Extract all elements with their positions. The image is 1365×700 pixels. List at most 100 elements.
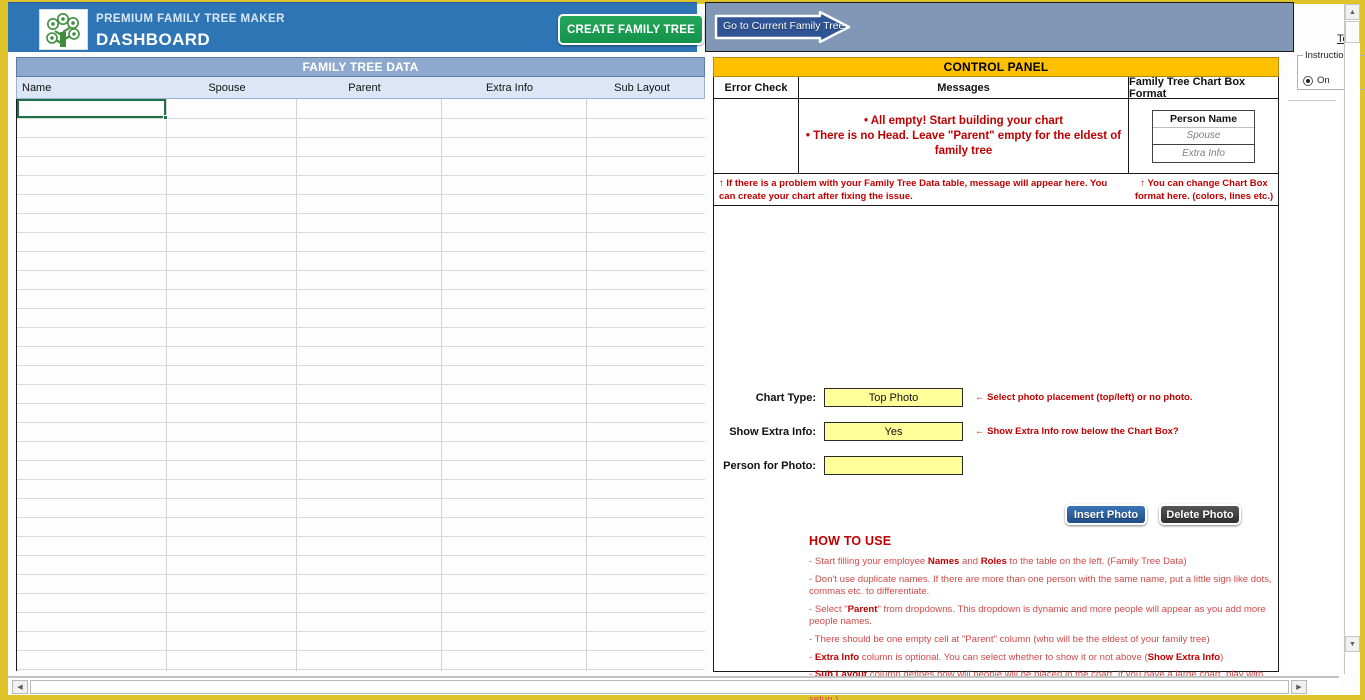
control-panel-form: Chart Type: Top Photo ← Select photo pla…: [713, 206, 1279, 700]
selection-fill-handle[interactable]: [163, 115, 168, 120]
grid-column-line: [296, 99, 297, 671]
grid-row-line: [17, 327, 705, 328]
grid-row-line: [17, 137, 705, 138]
column-header-error-check: Error Check: [714, 77, 799, 98]
grid-row-line: [17, 517, 705, 518]
grid-row-line: [17, 650, 705, 651]
chart-type-label: Chart Type:: [755, 391, 816, 404]
column-header-spouse[interactable]: Spouse: [162, 77, 292, 98]
control-panel-hint-row: ↑ If there is a problem with your Family…: [713, 174, 1279, 206]
chart-type-note: ← Select photo placement (top/left) or n…: [975, 392, 1193, 403]
scroll-left-arrow-icon[interactable]: ◀: [12, 680, 28, 694]
grid-row-line: [17, 175, 705, 176]
delete-photo-button[interactable]: Delete Photo: [1159, 504, 1241, 525]
show-extra-info-select[interactable]: Yes: [824, 422, 963, 441]
grid-row-line: [17, 669, 705, 670]
grid-row-line: [17, 308, 705, 309]
vertical-scroll-thumb[interactable]: [1345, 21, 1360, 43]
error-message-1: • All empty! Start building your chart: [863, 114, 1064, 127]
how-to-use-item: - Don't use duplicate names. If there ar…: [809, 573, 1272, 598]
scroll-right-arrow-icon[interactable]: ▶: [1291, 680, 1307, 694]
how-to-use-title: HOW TO USE: [809, 534, 892, 548]
control-panel-header-row: Error Check Messages Family Tree Chart B…: [713, 75, 1279, 100]
grid-row-line: [17, 213, 705, 214]
family-tree-data-title: FAMILY TREE DATA: [16, 57, 705, 77]
grid-row-line: [17, 574, 705, 575]
dashboard-header-bar: PREMIUM FAMILY TREE MAKER DASHBOARD CREA…: [8, 2, 704, 52]
go-to-current-family-tree-label: Go to Current Family Tree: [723, 20, 845, 32]
chart-type-select[interactable]: Top Photo: [824, 388, 963, 407]
grid-row-line: [17, 631, 705, 632]
how-to-use-item: - There should be one empty cell at "Par…: [809, 633, 1210, 645]
grid-column-line: [586, 99, 587, 671]
how-to-use-item: - Extra Info column is optional. You can…: [809, 651, 1224, 663]
person-for-photo-input[interactable]: [824, 456, 963, 475]
grid-row-line: [17, 365, 705, 366]
chart-box-preview[interactable]: Person Name Spouse Extra Info: [1152, 109, 1255, 163]
error-message-2: • There is no Head. Leave "Parent" empty…: [805, 129, 1122, 157]
grid-row-line: [17, 289, 705, 290]
chart-box-format-cell[interactable]: Person Name Spouse Extra Info: [1129, 99, 1278, 173]
how-to-use-item: - Select "Parent" from dropdowns. This d…: [809, 603, 1266, 628]
grid-row-line: [17, 232, 705, 233]
grid-row-line: [17, 422, 705, 423]
go-to-current-family-tree-button[interactable]: Go to Current Family Tree: [714, 10, 851, 44]
chart-box-spouse: Spouse: [1153, 128, 1254, 145]
grid-column-line: [441, 99, 442, 671]
control-panel-message-row: • All empty! Start building your chart •…: [713, 99, 1279, 174]
grid-row-line: [17, 441, 705, 442]
instructions-on-radio[interactable]: [1303, 76, 1313, 86]
error-messages-cell: • All empty! Start building your chart •…: [799, 99, 1129, 173]
scroll-down-arrow-icon[interactable]: ▼: [1345, 636, 1360, 652]
grid-row-line: [17, 346, 705, 347]
instructions-on-label: On: [1317, 75, 1330, 86]
messages-hint: ↑ If there is a problem with your Family…: [719, 178, 1108, 202]
column-header-name[interactable]: Name: [17, 77, 162, 98]
horizontal-scroll-track[interactable]: [30, 680, 1289, 694]
show-extra-info-row: Show Extra Info: Yes ← Show Extra Info r…: [714, 422, 1179, 441]
grid-lines: [17, 99, 705, 671]
grid-row-line: [17, 156, 705, 157]
column-header-sub-layout[interactable]: Sub Layout: [582, 77, 702, 98]
grid-row-line: [17, 194, 705, 195]
column-header-chart-box-format: Family Tree Chart Box Format: [1129, 75, 1246, 100]
grid-row-line: [17, 479, 705, 480]
grid-row-line: [17, 270, 705, 271]
show-extra-info-note: ← Show Extra Info row below the Chart Bo…: [975, 426, 1179, 437]
family-tree-data-panel: FAMILY TREE DATA Name Spouse Parent Extr…: [16, 57, 705, 672]
show-extra-info-label: Show Extra Info:: [729, 425, 816, 438]
grid-row-line: [17, 118, 705, 119]
window-frame-left: [0, 0, 8, 700]
grid-row-line: [17, 460, 705, 461]
insert-photo-button[interactable]: Insert Photo: [1065, 504, 1147, 525]
selected-cell[interactable]: [17, 99, 166, 118]
vertical-scrollbar[interactable]: ▲ ▼: [1344, 4, 1360, 674]
right-column-divider: [1288, 100, 1336, 101]
grid-row-line: [17, 555, 705, 556]
grid-row-line: [17, 251, 705, 252]
control-panel: CONTROL PANEL Error Check Messages Famil…: [713, 57, 1279, 700]
horizontal-scrollbar[interactable]: ◀ ▶: [8, 677, 1339, 695]
page-title: DASHBOARD: [96, 30, 211, 49]
window-frame-right: [1360, 0, 1365, 700]
grid-row-line: [17, 498, 705, 499]
column-header-parent[interactable]: Parent: [292, 77, 437, 98]
chart-type-row: Chart Type: Top Photo ← Select photo pla…: [714, 388, 1192, 407]
error-check-cell: [714, 99, 799, 173]
person-for-photo-label: Person for Photo:: [723, 459, 816, 472]
create-family-tree-button[interactable]: CREATE FAMILY TREE: [558, 14, 704, 45]
family-tree-data-grid[interactable]: www.heritagechristiancollege.com: [16, 99, 705, 671]
scroll-up-arrow-icon[interactable]: ▲: [1345, 4, 1360, 20]
grid-row-line: [17, 403, 705, 404]
column-header-messages: Messages: [799, 77, 1129, 98]
how-to-use-item: - Start filling your employee Names and …: [809, 556, 1187, 567]
right-side-column: [1288, 57, 1341, 672]
person-for-photo-row: Person for Photo:: [714, 456, 963, 475]
family-tree-data-header-row: Name Spouse Parent Extra Info Sub Layout: [16, 77, 705, 99]
chart-box-extra-info: Extra Info: [1182, 147, 1225, 159]
chart-box-format-hint: ↑ You can change Chart Box format here. …: [1134, 178, 1274, 202]
control-panel-title: CONTROL PANEL: [713, 57, 1279, 77]
grid-column-line: [166, 99, 167, 671]
grid-row-line: [17, 593, 705, 594]
column-header-extra-info[interactable]: Extra Info: [437, 77, 582, 98]
